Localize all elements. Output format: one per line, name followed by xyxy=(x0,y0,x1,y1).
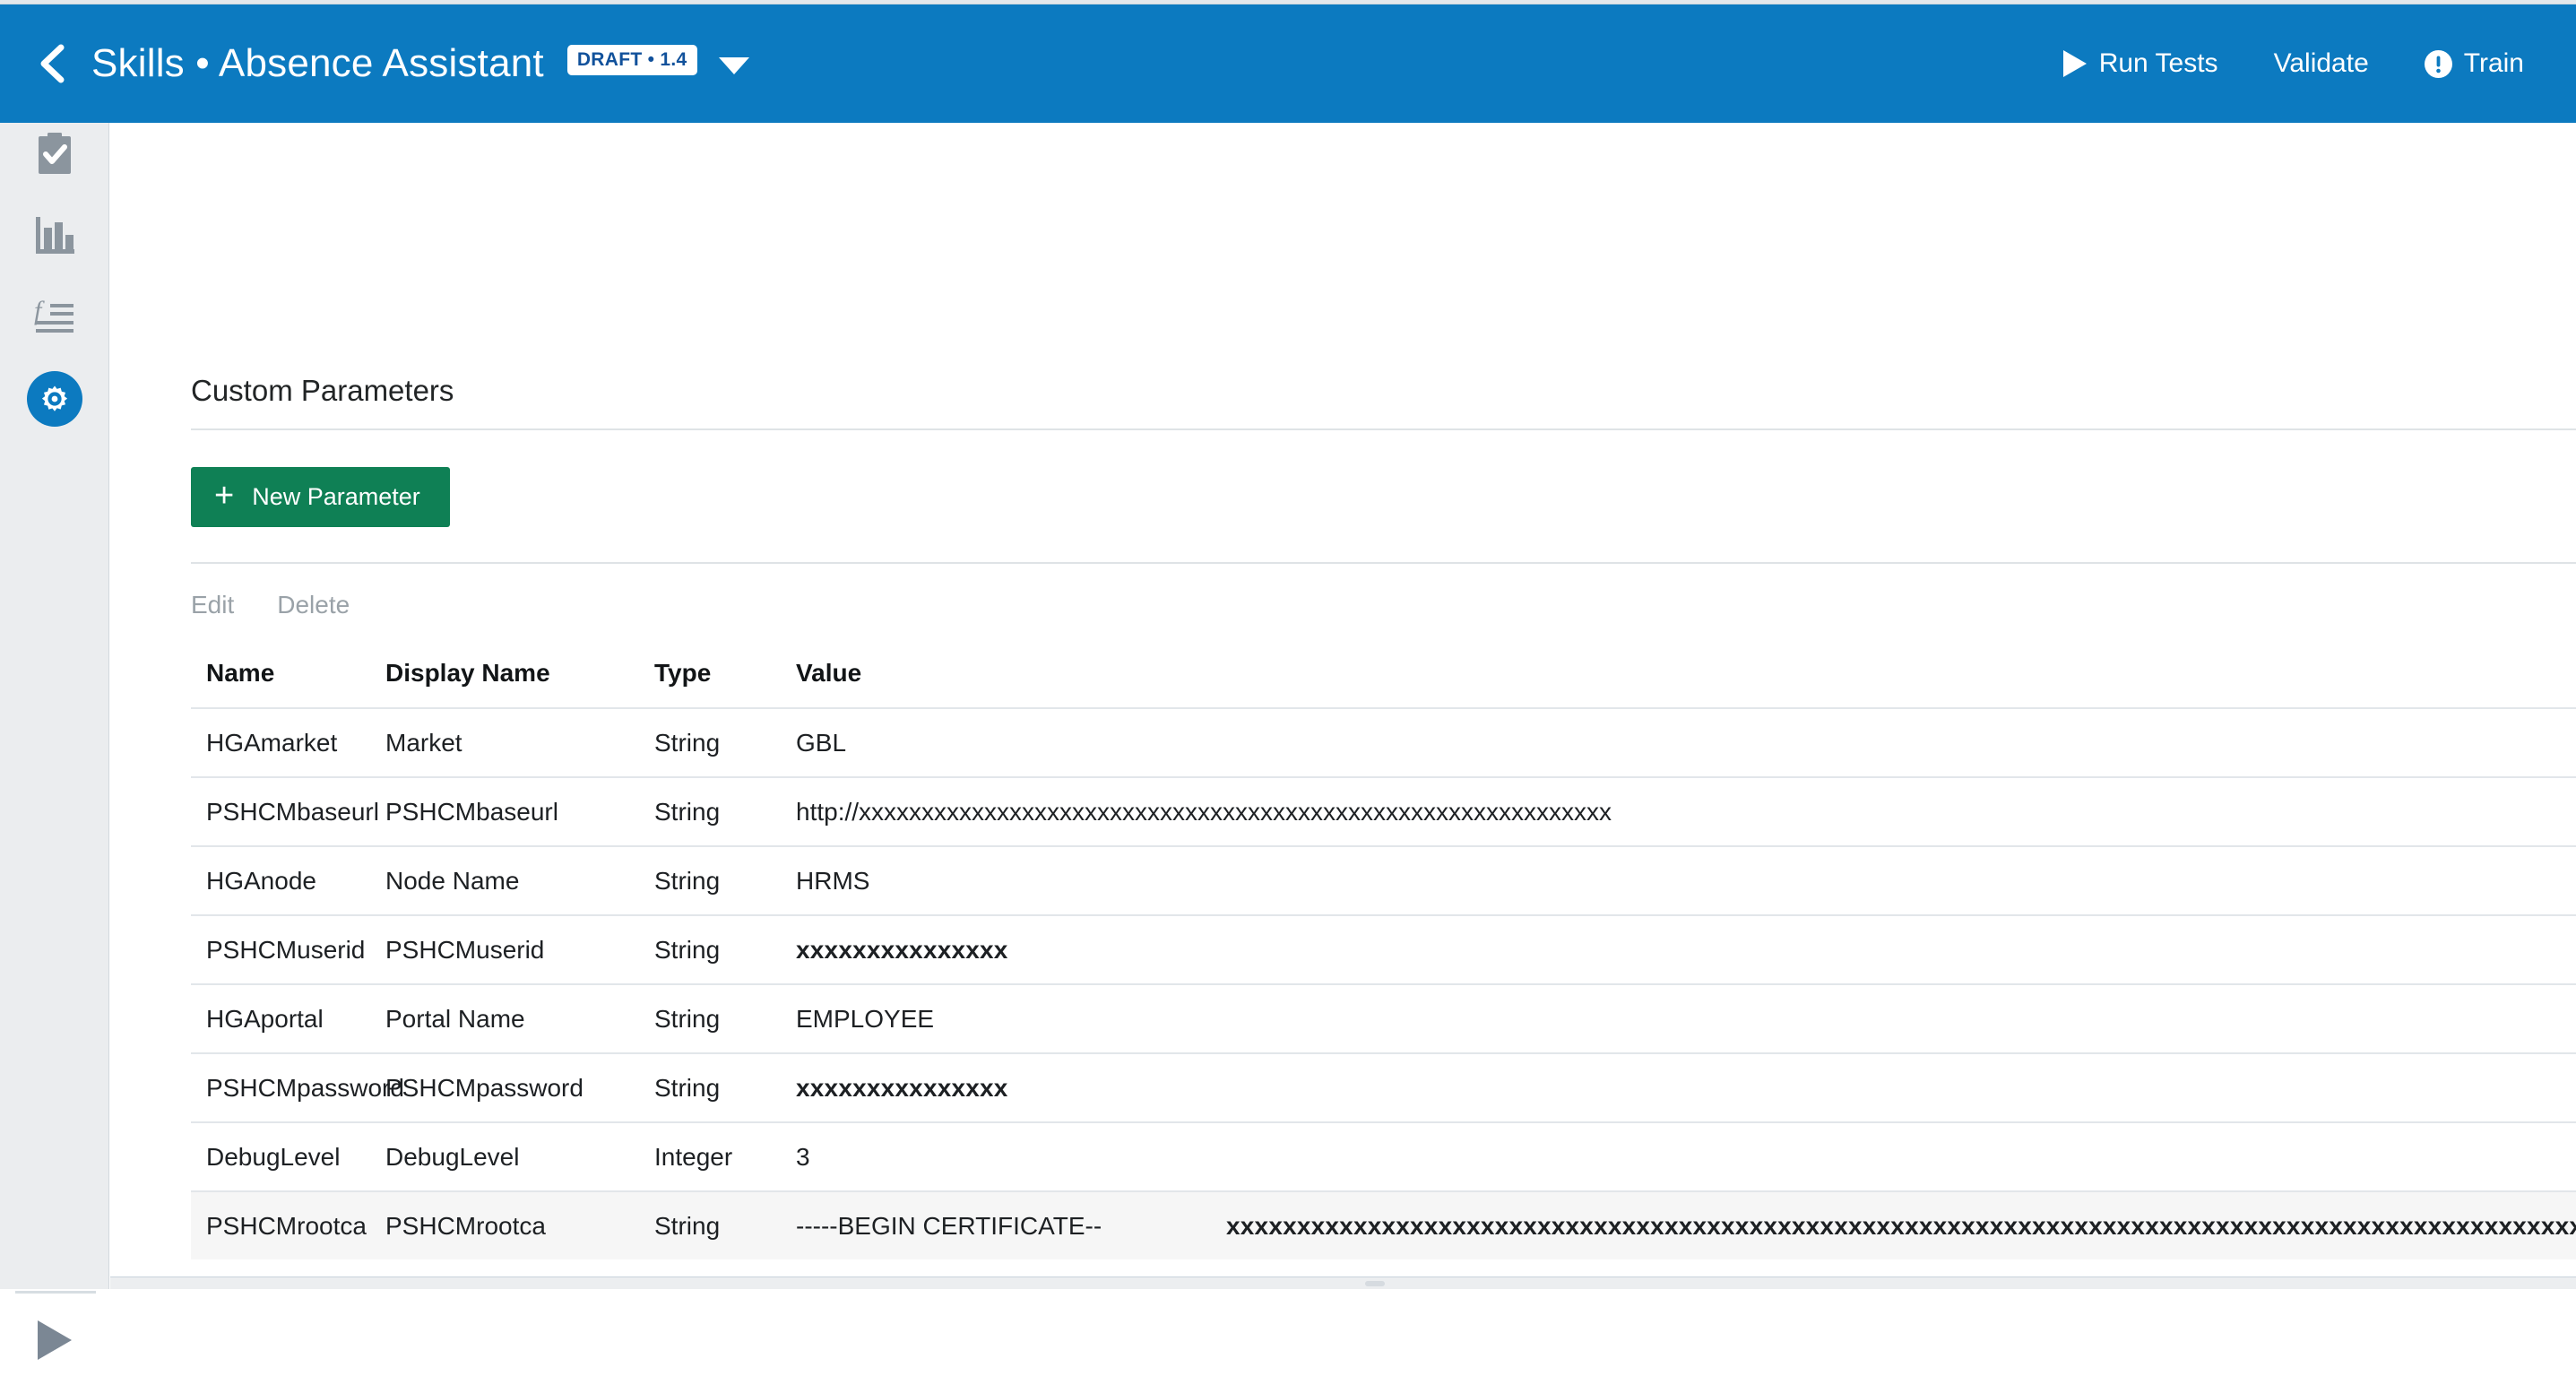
plus-icon: + xyxy=(214,479,234,513)
status-badge: DRAFT • 1.4 xyxy=(567,45,697,75)
column-header-value: Value xyxy=(796,661,2576,686)
table-row[interactable]: PSHCMbaseurl PSHCMbaseurl String http://… xyxy=(191,776,2576,845)
section-title: Custom Parameters xyxy=(191,376,454,405)
column-header-type: Type xyxy=(654,661,796,686)
bar-chart-icon xyxy=(33,215,76,261)
table-row[interactable]: DebugLevel DebugLevel Integer 3 xyxy=(191,1121,2576,1190)
cell-type: String xyxy=(654,1007,796,1032)
parameters-table: Name Display Name Type Value HGAmarket M… xyxy=(191,639,2576,1259)
cell-value: EMPLOYEE xyxy=(796,1007,2576,1032)
sidebar-item-run[interactable] xyxy=(0,1304,108,1376)
left-sidebar: f xyxy=(0,123,109,1289)
train-button[interactable]: Train xyxy=(2425,50,2524,78)
page-title: Skills • Absence Assistant xyxy=(91,44,544,83)
cell-display: Market xyxy=(385,731,654,756)
cell-type: String xyxy=(654,731,796,756)
cell-name: HGAmarket xyxy=(191,731,385,756)
cell-type: String xyxy=(654,800,796,825)
table-row[interactable]: PSHCMpassword PSHCMpassword String xxxxx… xyxy=(191,1052,2576,1121)
edit-link[interactable]: Edit xyxy=(191,593,234,618)
cell-display: PSHCMuserid xyxy=(385,938,654,963)
cell-type: String xyxy=(654,938,796,963)
exclamation-circle-icon xyxy=(2425,50,2452,78)
table-row[interactable]: HGAnode Node Name String HRMS xyxy=(191,845,2576,914)
cell-name: HGAportal xyxy=(191,1007,385,1032)
table-actionbar: Edit Delete xyxy=(191,578,393,632)
cell-display: Portal Name xyxy=(385,1007,654,1032)
cell-display: PSHCMpassword xyxy=(385,1076,654,1101)
cell-display: Node Name xyxy=(385,869,654,894)
cell-value: 3 xyxy=(796,1145,2576,1170)
table-row[interactable]: PSHCMuserid PSHCMuserid String xxxxxxxxx… xyxy=(191,914,2576,983)
cell-type: String xyxy=(654,1214,796,1239)
new-parameter-button[interactable]: + New Parameter xyxy=(191,467,450,527)
run-tests-button[interactable]: Run Tests xyxy=(2063,50,2218,77)
table-row[interactable]: HGAportal Portal Name String EMPLOYEE xyxy=(191,983,2576,1052)
train-label: Train xyxy=(2464,50,2524,77)
scrollbar-thumb[interactable] xyxy=(1365,1281,1385,1286)
cell-value: -----BEGIN CERTIFICATE-- xyxy=(796,1214,2576,1239)
new-parameter-label: New Parameter xyxy=(252,483,420,511)
function-icon: f xyxy=(33,296,76,342)
cell-value: http://xxxxxxxxxxxxxxxxxxxxxxxxxxxxxxxxx… xyxy=(796,800,2576,825)
cell-name: PSHCMpassword xyxy=(191,1076,385,1101)
validate-button[interactable]: Validate xyxy=(2274,50,2369,77)
cell-name: DebugLevel xyxy=(191,1145,385,1170)
cell-name: PSHCMbaseurl xyxy=(191,800,385,825)
divider-below-button xyxy=(191,562,2576,564)
table-row[interactable]: PSHCMrootca PSHCMrootca String -----BEGI… xyxy=(191,1190,2576,1259)
divider-top xyxy=(191,428,2576,430)
run-tests-label: Run Tests xyxy=(2099,50,2218,77)
gear-icon xyxy=(27,371,82,427)
cell-value: GBL xyxy=(796,731,2576,756)
app-header: Skills • Absence Assistant DRAFT • 1.4 R… xyxy=(0,4,2576,123)
cell-type: Integer xyxy=(654,1145,796,1170)
header-actions: Run Tests Validate Train xyxy=(2063,50,2524,78)
delete-link[interactable]: Delete xyxy=(277,593,350,618)
chevron-down-icon[interactable] xyxy=(719,57,749,74)
cell-type: String xyxy=(654,869,796,894)
back-chevron-icon[interactable] xyxy=(30,43,72,84)
cell-value-masked: xxxxxxxxxxxxxxx xyxy=(796,938,2576,963)
cell-value: HRMS xyxy=(796,869,2576,894)
column-header-name: Name xyxy=(191,661,385,686)
sidebar-item-analytics[interactable] xyxy=(0,196,108,279)
column-header-display: Display Name xyxy=(385,661,654,686)
table-row[interactable]: HGAmarket Market String GBL xyxy=(191,707,2576,776)
cell-name: HGAnode xyxy=(191,869,385,894)
application-window: Skills • Absence Assistant DRAFT • 1.4 R… xyxy=(0,0,2576,1289)
cell-value-masked: xxxxxxxxxxxxxxx xyxy=(796,1076,2576,1101)
cell-display: DebugLevel xyxy=(385,1145,654,1170)
header-left-group: Skills • Absence Assistant DRAFT • 1.4 xyxy=(30,43,749,84)
play-icon xyxy=(2063,50,2087,77)
main-content: Custom Parameters + New Parameter Edit D… xyxy=(110,123,2576,1289)
sidebar-divider xyxy=(15,1291,96,1294)
horizontal-scrollbar[interactable] xyxy=(110,1276,2576,1289)
cell-display: PSHCMrootca xyxy=(385,1214,654,1239)
sidebar-item-expressions[interactable]: f xyxy=(0,277,108,359)
table-header-row: Name Display Name Type Value xyxy=(191,639,2576,707)
cell-display: PSHCMbaseurl xyxy=(385,800,654,825)
play-icon xyxy=(38,1320,72,1360)
cell-name: PSHCMuserid xyxy=(191,938,385,963)
cell-type: String xyxy=(654,1076,796,1101)
clipboard-check-icon xyxy=(35,133,74,182)
cell-name: PSHCMrootca xyxy=(191,1214,385,1239)
sidebar-item-tests[interactable] xyxy=(0,116,108,198)
validate-label: Validate xyxy=(2274,50,2369,77)
sidebar-item-settings[interactable] xyxy=(0,358,108,440)
